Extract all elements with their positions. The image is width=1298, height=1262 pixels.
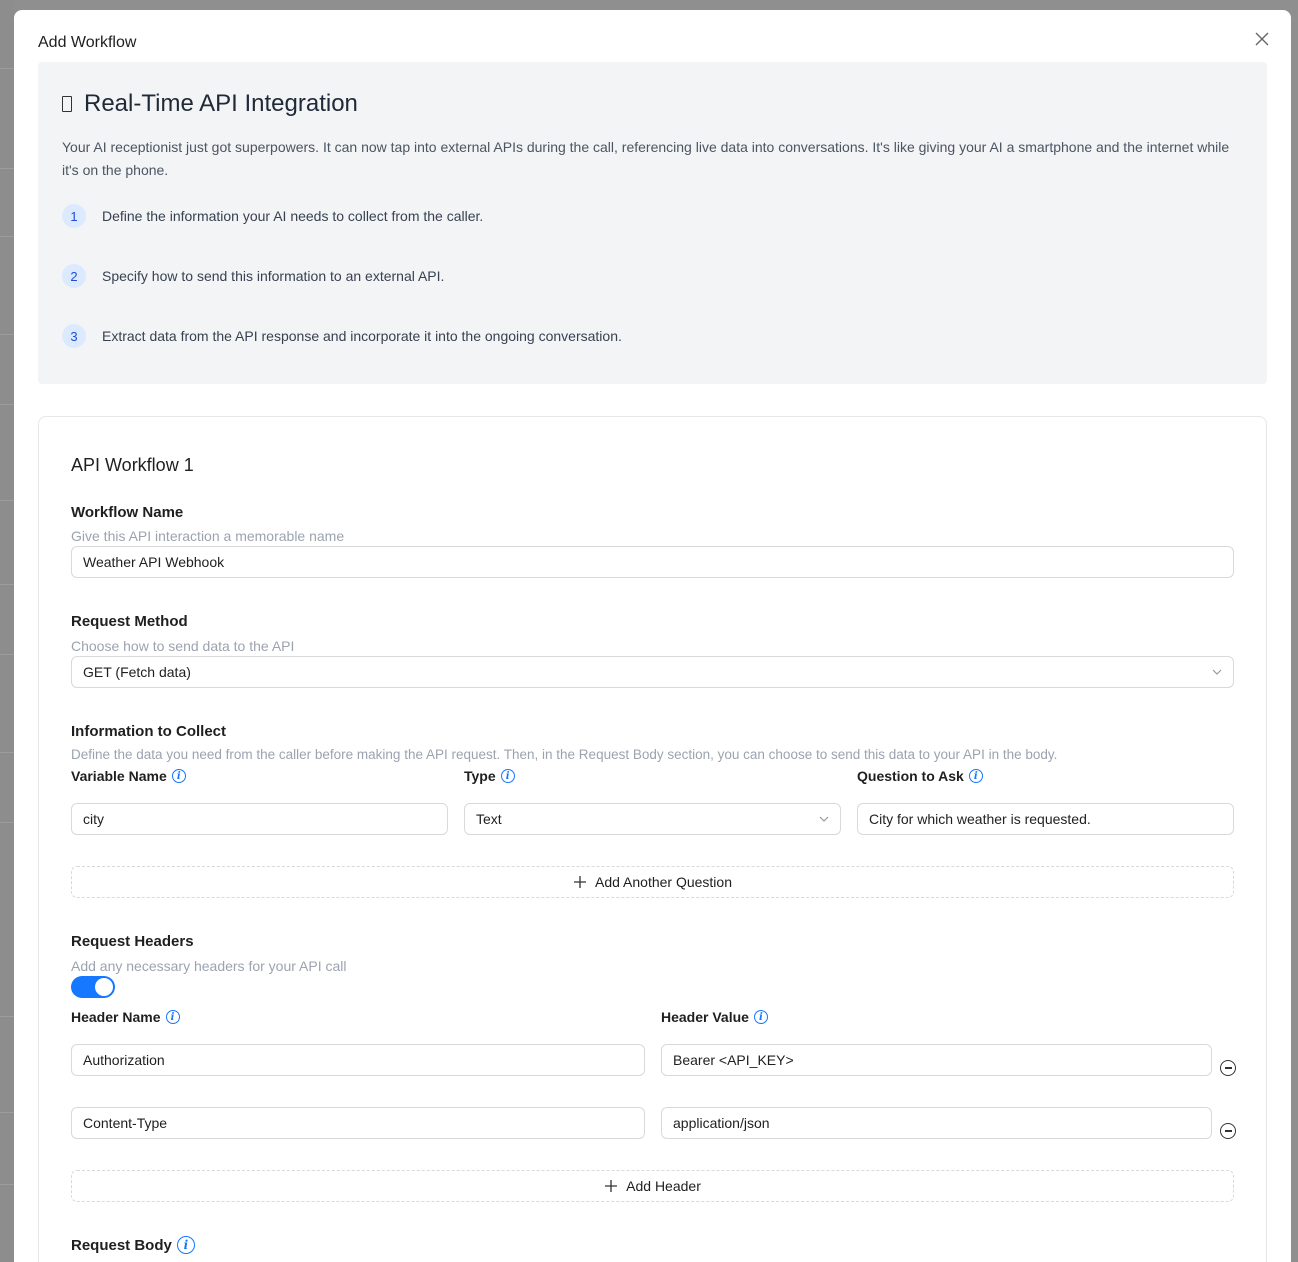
request-headers-hint: Add any necessary headers for your API c… bbox=[71, 958, 347, 974]
header-name-value: Authorization bbox=[83, 1052, 165, 1068]
question-header-text: Question to Ask bbox=[857, 768, 964, 784]
question-value: City for which weather is requested. bbox=[869, 811, 1091, 827]
step-number: 1 bbox=[62, 204, 86, 228]
variable-name-input[interactable]: city bbox=[71, 803, 448, 835]
collect-hint: Define the data you need from the caller… bbox=[71, 747, 1058, 762]
plus-icon bbox=[605, 1180, 618, 1192]
add-workflow-modal: Add Workflow Real-Time API Integration Y… bbox=[14, 10, 1291, 1262]
step-text: Extract data from the API response and i… bbox=[102, 328, 622, 344]
request-method-select[interactable]: GET (Fetch data) bbox=[71, 656, 1234, 688]
glyph-icon bbox=[62, 96, 72, 112]
chevron-down-icon bbox=[1212, 669, 1222, 675]
workflow-title: API Workflow 1 bbox=[71, 455, 194, 475]
question-input[interactable]: City for which weather is requested. bbox=[857, 803, 1234, 835]
request-headers-label: Request Headers bbox=[71, 933, 194, 950]
info-icon[interactable]: i bbox=[176, 1236, 195, 1254]
step-text: Define the information your AI needs to … bbox=[102, 208, 484, 224]
add-header-label: Add Header bbox=[626, 1178, 701, 1194]
header-value-value: Bearer <API_KEY> bbox=[673, 1052, 794, 1068]
intro-title: Real-Time API Integration bbox=[62, 90, 358, 118]
step-2: 2 Specify how to send this information t… bbox=[62, 264, 444, 288]
header-value-input[interactable]: Bearer <API_KEY> bbox=[661, 1044, 1212, 1076]
remove-header-button[interactable] bbox=[1220, 1123, 1236, 1139]
collect-label: Information to Collect bbox=[71, 723, 226, 740]
header-name-input[interactable]: Authorization bbox=[71, 1044, 645, 1076]
intro-panel: Real-Time API Integration Your AI recept… bbox=[38, 62, 1267, 384]
info-icon[interactable]: i bbox=[171, 769, 186, 783]
workflow-name-input[interactable]: Weather API Webhook bbox=[71, 546, 1234, 578]
info-icon[interactable]: i bbox=[165, 1010, 180, 1024]
question-header: Question to Ask i bbox=[857, 768, 983, 784]
toggle-knob bbox=[95, 978, 113, 996]
type-value: Text bbox=[476, 811, 502, 827]
minus-circle-icon bbox=[1224, 1130, 1232, 1132]
workflow-name-value: Weather API Webhook bbox=[83, 554, 225, 570]
request-body-label-text: Request Body bbox=[71, 1236, 172, 1254]
minus-circle-icon bbox=[1224, 1067, 1232, 1069]
type-select[interactable]: Text bbox=[464, 803, 841, 835]
request-method-hint: Choose how to send data to the API bbox=[71, 638, 295, 654]
close-button[interactable] bbox=[1251, 28, 1273, 50]
header-name-col-text: Header Name bbox=[71, 1009, 161, 1025]
header-value-input[interactable]: application/json bbox=[661, 1107, 1212, 1139]
close-icon bbox=[1255, 32, 1269, 46]
header-value-col: Header Value i bbox=[661, 1009, 768, 1025]
intro-description: Your AI receptionist just got superpower… bbox=[62, 139, 1230, 178]
info-icon[interactable]: i bbox=[500, 769, 515, 783]
header-name-input[interactable]: Content-Type bbox=[71, 1107, 645, 1139]
step-number: 3 bbox=[62, 324, 86, 348]
info-icon[interactable]: i bbox=[968, 769, 983, 783]
type-header-text: Type bbox=[464, 768, 496, 784]
request-method-value: GET (Fetch data) bbox=[83, 664, 191, 680]
step-1: 1 Define the information your AI needs t… bbox=[62, 204, 483, 228]
request-method-label: Request Method bbox=[71, 613, 188, 630]
variable-name-value: city bbox=[83, 811, 104, 827]
api-workflow-card: API Workflow 1 Workflow Name Give this A… bbox=[38, 416, 1267, 1262]
type-header: Type i bbox=[464, 768, 515, 784]
workflow-name-label: Workflow Name bbox=[71, 504, 184, 521]
plus-icon bbox=[574, 876, 586, 888]
workflow-name-hint: Give this API interaction a memorable na… bbox=[71, 528, 345, 544]
step-number: 2 bbox=[62, 264, 86, 288]
background-strip bbox=[0, 0, 14, 1262]
intro-title-text: Real-Time API Integration bbox=[84, 90, 358, 117]
add-question-button[interactable]: Add Another Question bbox=[71, 866, 1234, 898]
variable-name-header: Variable Name i bbox=[71, 768, 186, 784]
header-name-col: Header Name i bbox=[71, 1009, 180, 1025]
request-body-label: Request Body i bbox=[71, 1236, 195, 1254]
chevron-down-icon bbox=[819, 816, 829, 822]
header-value-col-text: Header Value bbox=[661, 1009, 749, 1025]
remove-header-button[interactable] bbox=[1220, 1060, 1236, 1076]
modal-title: Add Workflow bbox=[38, 34, 137, 51]
add-question-label: Add Another Question bbox=[595, 874, 732, 890]
step-text: Specify how to send this information to … bbox=[102, 268, 445, 284]
headers-toggle[interactable] bbox=[71, 976, 115, 998]
variable-name-header-text: Variable Name bbox=[71, 768, 167, 784]
add-header-button[interactable]: Add Header bbox=[71, 1170, 1234, 1202]
step-3: 3 Extract data from the API response and… bbox=[62, 324, 622, 348]
info-icon[interactable]: i bbox=[753, 1010, 768, 1024]
header-name-value: Content-Type bbox=[83, 1115, 168, 1131]
header-value-value: application/json bbox=[673, 1115, 770, 1131]
